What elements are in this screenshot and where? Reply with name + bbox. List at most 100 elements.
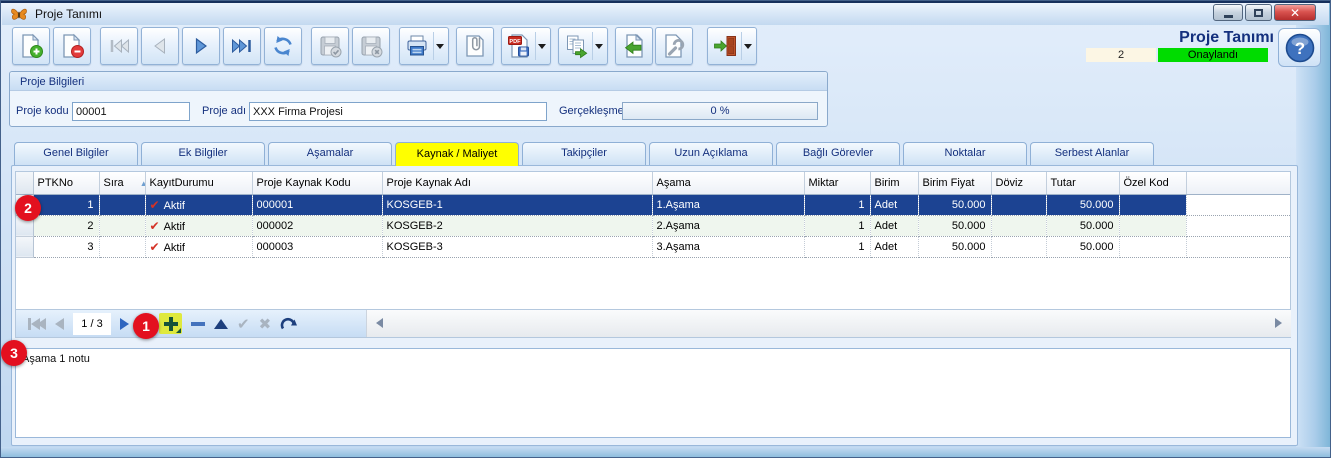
post-row-button[interactable]: ✔ bbox=[237, 313, 250, 335]
nav-prev-button[interactable] bbox=[55, 313, 64, 335]
column-header-miktar[interactable]: Miktar bbox=[804, 172, 870, 194]
row-selector[interactable] bbox=[16, 236, 33, 257]
cell-kaynak-adi[interactable]: KOSGEB-3 bbox=[382, 236, 652, 257]
column-header-tutar[interactable]: Tutar bbox=[1046, 172, 1119, 194]
import-record-button[interactable] bbox=[615, 27, 653, 65]
cell-durum[interactable]: ✔Aktif bbox=[145, 236, 252, 257]
attachments-button[interactable] bbox=[456, 27, 494, 65]
cell-ptkno[interactable]: 3 bbox=[33, 236, 99, 257]
table-row[interactable]: 3 ✔Aktif 000003 KOSGEB-3 3.Aşama 1 Adet … bbox=[16, 236, 1290, 257]
cell-asama[interactable]: 2.Aşama bbox=[652, 215, 804, 236]
tab-takipciler[interactable]: Takipçiler bbox=[522, 142, 646, 165]
exit-button[interactable] bbox=[707, 27, 757, 65]
tab-genel-bilgiler[interactable]: Genel Bilgiler bbox=[14, 142, 138, 165]
refresh-rows-button[interactable] bbox=[280, 313, 298, 335]
cell-ozel-kod[interactable] bbox=[1119, 194, 1186, 215]
tab-serbest-alanlar[interactable]: Serbest Alanlar bbox=[1030, 142, 1154, 165]
nav-first-button[interactable] bbox=[28, 313, 46, 335]
delete-record-button[interactable] bbox=[53, 27, 91, 65]
table-row[interactable]: 2 ✔Aktif 000002 KOSGEB-2 2.Aşama 1 Adet … bbox=[16, 215, 1290, 236]
tab-noktalar[interactable]: Noktalar bbox=[903, 142, 1027, 165]
first-record-button[interactable] bbox=[100, 27, 138, 65]
cell-birim[interactable]: Adet bbox=[870, 194, 918, 215]
print-dropdown[interactable] bbox=[433, 32, 446, 60]
nav-next-button[interactable] bbox=[120, 313, 129, 335]
column-header-kayit-durumu[interactable]: KayıtDurumu bbox=[145, 172, 252, 194]
export-pdf-button[interactable]: PDF bbox=[501, 27, 551, 65]
project-name-input[interactable] bbox=[249, 102, 547, 121]
cell-kaynak-kodu[interactable]: 000002 bbox=[252, 215, 382, 236]
exit-dropdown[interactable] bbox=[741, 32, 754, 60]
column-header-birim-fiyat[interactable]: Birim Fiyat bbox=[918, 172, 991, 194]
cell-ozel-kod[interactable] bbox=[1119, 215, 1186, 236]
minimize-button[interactable] bbox=[1213, 4, 1243, 21]
cancel-save-button[interactable] bbox=[352, 27, 390, 65]
close-button[interactable]: ✕ bbox=[1274, 4, 1316, 21]
last-record-button[interactable] bbox=[223, 27, 261, 65]
cell-miktar[interactable]: 1 bbox=[804, 215, 870, 236]
cell-durum[interactable]: ✔Aktif bbox=[145, 194, 252, 215]
delete-row-button[interactable] bbox=[191, 313, 205, 335]
cell-asama[interactable]: 1.Aşama bbox=[652, 194, 804, 215]
export-pdf-dropdown[interactable] bbox=[535, 32, 548, 60]
add-row-button[interactable] bbox=[159, 313, 182, 334]
scroll-right-icon[interactable] bbox=[1275, 318, 1282, 328]
cell-ozel-kod[interactable] bbox=[1119, 236, 1186, 257]
column-header-sira[interactable]: Sıra▲ bbox=[99, 172, 145, 194]
help-button[interactable]: ? bbox=[1278, 28, 1321, 67]
titlebar[interactable]: Proje Tanımı ✕ bbox=[2, 3, 1329, 25]
cell-doviz[interactable] bbox=[991, 236, 1046, 257]
column-header-ozel-kod[interactable]: Özel Kod bbox=[1119, 172, 1186, 194]
cell-birim-fiyat[interactable]: 50.000 bbox=[918, 215, 991, 236]
tab-bagli-gorevler[interactable]: Bağlı Görevler bbox=[776, 142, 900, 165]
cell-birim-fiyat[interactable]: 50.000 bbox=[918, 194, 991, 215]
edit-row-button[interactable] bbox=[214, 313, 228, 335]
cell-tutar[interactable]: 50.000 bbox=[1046, 194, 1119, 215]
cell-sira[interactable] bbox=[99, 215, 145, 236]
column-header-asama[interactable]: Aşama bbox=[652, 172, 804, 194]
cell-kaynak-kodu[interactable]: 000003 bbox=[252, 236, 382, 257]
cell-sira[interactable] bbox=[99, 194, 145, 215]
column-header-kaynak-adi[interactable]: Proje Kaynak Adı bbox=[382, 172, 652, 194]
cell-durum[interactable]: ✔Aktif bbox=[145, 215, 252, 236]
cell-birim-fiyat[interactable]: 50.000 bbox=[918, 236, 991, 257]
tab-asamalar[interactable]: Aşamalar bbox=[268, 142, 392, 165]
cell-doviz[interactable] bbox=[991, 194, 1046, 215]
cell-tutar[interactable]: 50.000 bbox=[1046, 236, 1119, 257]
project-code-input[interactable] bbox=[72, 102, 190, 121]
print-button[interactable] bbox=[399, 27, 449, 65]
cell-kaynak-adi[interactable]: KOSGEB-2 bbox=[382, 215, 652, 236]
cell-kaynak-kodu[interactable]: 000001 bbox=[252, 194, 382, 215]
horizontal-scrollbar[interactable] bbox=[366, 310, 1291, 337]
cell-tutar[interactable]: 50.000 bbox=[1046, 215, 1119, 236]
cell-miktar[interactable]: 1 bbox=[804, 236, 870, 257]
cell-birim[interactable]: Adet bbox=[870, 215, 918, 236]
copy-record-dropdown[interactable] bbox=[592, 32, 605, 60]
cell-ptkno[interactable]: 2 bbox=[33, 215, 99, 236]
cancel-row-button[interactable]: ✖ bbox=[259, 313, 272, 335]
column-header-birim[interactable]: Birim bbox=[870, 172, 918, 194]
stage-note-textarea[interactable]: Aşama 1 notu bbox=[15, 348, 1291, 438]
cell-ptkno[interactable]: 1 bbox=[33, 194, 99, 215]
column-header-ptkno[interactable]: PTKNo bbox=[33, 172, 99, 194]
options-button[interactable] bbox=[655, 27, 693, 65]
table-row-selected[interactable]: 1 ✔Aktif 000001 KOSGEB-1 1.Aşama 1 Adet … bbox=[16, 194, 1290, 215]
next-record-button[interactable] bbox=[182, 27, 220, 65]
column-header-kaynak-kodu[interactable]: Proje Kaynak Kodu bbox=[252, 172, 382, 194]
cell-asama[interactable]: 3.Aşama bbox=[652, 236, 804, 257]
previous-record-button[interactable] bbox=[141, 27, 179, 65]
cell-sira[interactable] bbox=[99, 236, 145, 257]
cell-kaynak-adi[interactable]: KOSGEB-1 bbox=[382, 194, 652, 215]
tab-uzun-aciklama[interactable]: Uzun Açıklama bbox=[649, 142, 773, 165]
copy-record-button[interactable] bbox=[558, 27, 608, 65]
tab-kaynak-maliyet[interactable]: Kaynak / Maliyet bbox=[395, 142, 519, 166]
refresh-button[interactable] bbox=[264, 27, 302, 65]
new-record-button[interactable] bbox=[12, 27, 50, 65]
column-header-doviz[interactable]: Döviz bbox=[991, 172, 1046, 194]
cell-miktar[interactable]: 1 bbox=[804, 194, 870, 215]
scroll-left-icon[interactable] bbox=[376, 318, 383, 328]
maximize-button[interactable] bbox=[1245, 4, 1272, 21]
save-record-button[interactable] bbox=[311, 27, 349, 65]
tab-ek-bilgiler[interactable]: Ek Bilgiler bbox=[141, 142, 265, 165]
cell-doviz[interactable] bbox=[991, 215, 1046, 236]
